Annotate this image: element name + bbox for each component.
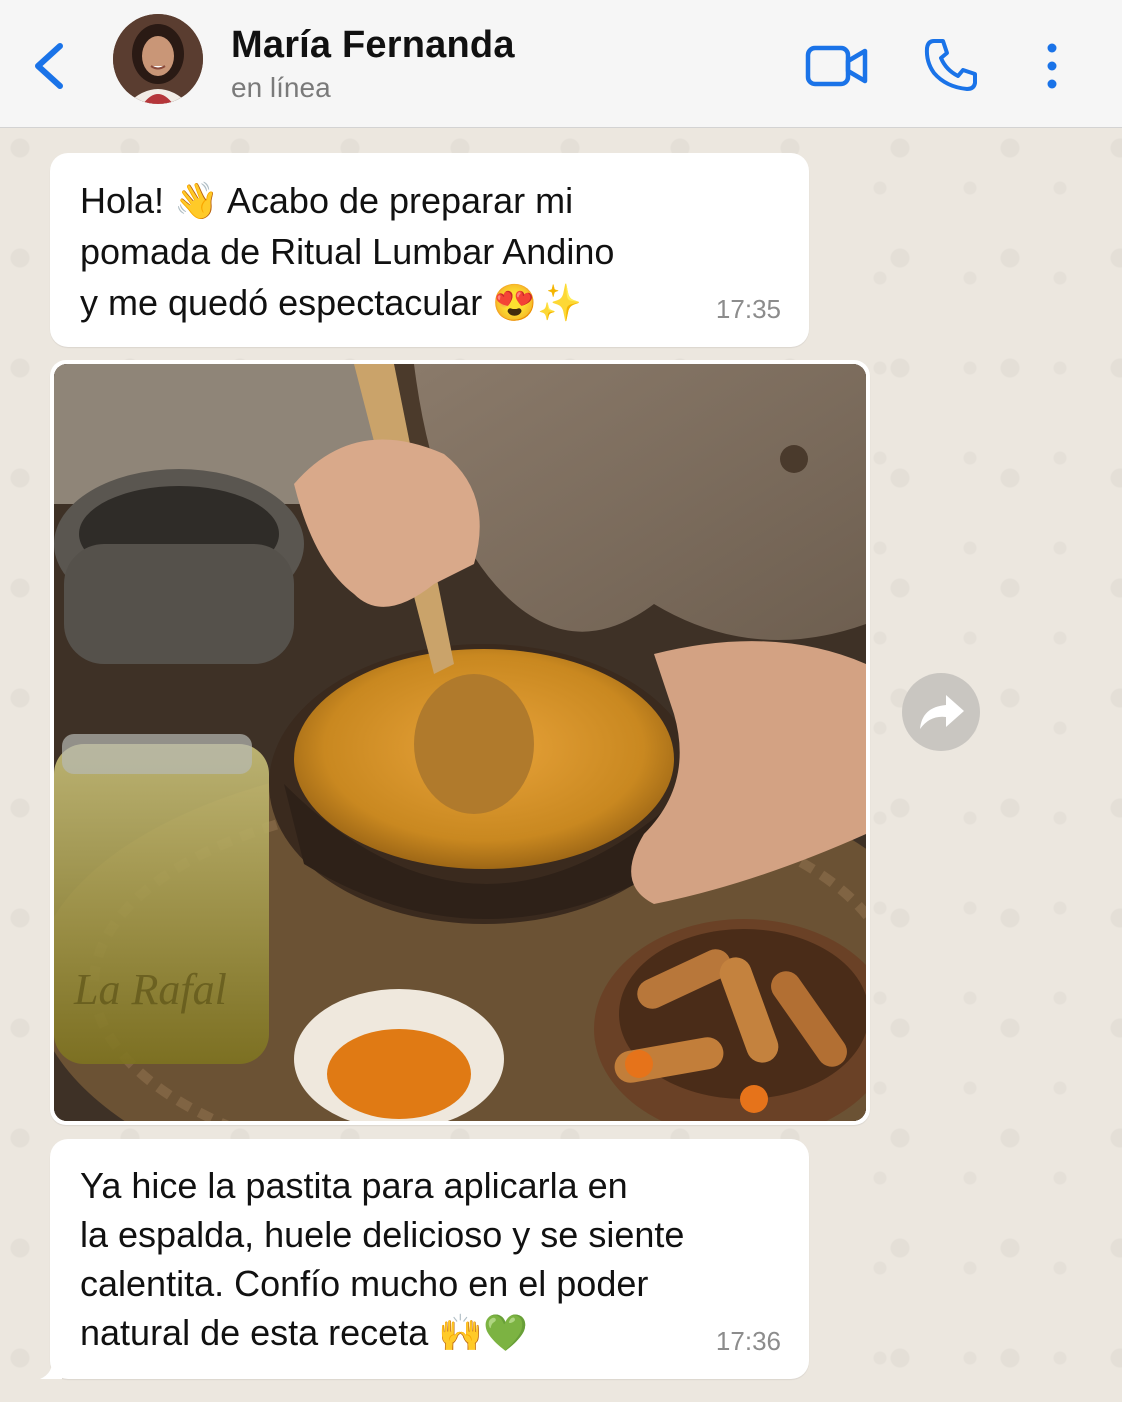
- back-chevron-icon[interactable]: [30, 40, 70, 92]
- forward-arrow-icon: [920, 695, 964, 729]
- bubble-tail: [40, 1357, 62, 1379]
- message-time: 17:35: [715, 294, 781, 324]
- chat-header: María Fernanda en línea: [0, 0, 1122, 128]
- message-bubble[interactable]: Ya hice la pastita para aplicarla en la …: [40, 1139, 809, 1379]
- image-message[interactable]: La Rafal: [50, 360, 870, 1125]
- video-call-icon[interactable]: [805, 42, 869, 90]
- jar-label: La Rafal: [73, 965, 227, 1014]
- message-text: Hola! 👋 Acabo de preparar mi pomada de R…: [80, 180, 615, 323]
- avatar[interactable]: [113, 14, 203, 104]
- message-text: Ya hice la pastita para aplicarla en la …: [80, 1165, 685, 1353]
- more-options-icon[interactable]: [1040, 40, 1064, 92]
- contact-status: en línea: [231, 72, 331, 103]
- forward-button[interactable]: [902, 673, 980, 751]
- photo-turmeric-paste[interactable]: La Rafal: [54, 364, 866, 1121]
- message-bubble[interactable]: Hola! 👋 Acabo de preparar mi pomada de R…: [50, 153, 809, 347]
- message-time: 17:36: [715, 1326, 781, 1356]
- phone-call-icon[interactable]: [922, 36, 980, 94]
- contact-name[interactable]: María Fernanda: [231, 24, 515, 67]
